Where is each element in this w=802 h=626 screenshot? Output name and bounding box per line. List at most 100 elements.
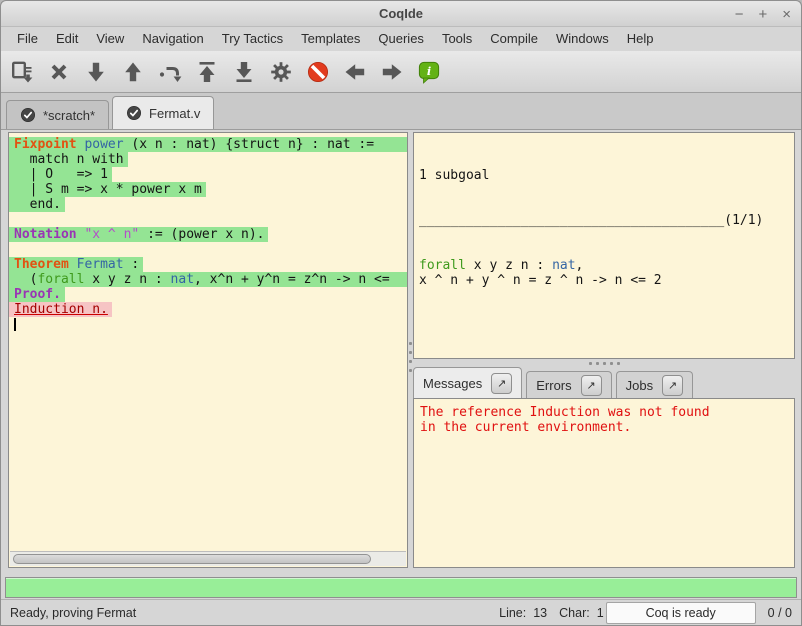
svg-text:i: i	[427, 64, 431, 78]
go-to-cursor-button[interactable]	[158, 60, 182, 84]
detach-jobs-button[interactable]: ↗	[662, 375, 683, 396]
menu-item-templates[interactable]: Templates	[292, 27, 369, 51]
menu-item-file[interactable]: File	[8, 27, 47, 51]
arrow-down-to-bar-icon	[232, 60, 256, 84]
backward-one-command-button[interactable]	[121, 60, 145, 84]
code-line: | S m => x * power x m	[9, 182, 407, 197]
arrow-down-icon	[84, 60, 108, 84]
goal-separator: _______________________________________(…	[419, 213, 794, 228]
code-line: Fixpoint power (x n : nat) {struct n} : …	[9, 137, 407, 152]
go-to-start-button[interactable]	[195, 60, 219, 84]
window-controls: − + ×	[735, 1, 791, 27]
menu-item-edit[interactable]: Edit	[47, 27, 87, 51]
maximize-icon[interactable]: +	[758, 7, 767, 22]
menu-item-view[interactable]: View	[87, 27, 133, 51]
tab-scratch[interactable]: *scratch*	[6, 100, 109, 129]
minimize-icon[interactable]: −	[735, 7, 744, 22]
detach-arrow-icon: ↗	[668, 379, 677, 392]
code-line: Proof.	[9, 287, 407, 302]
gear-icon	[269, 60, 293, 84]
goal-pane[interactable]: 1 subgoal ______________________________…	[413, 132, 795, 359]
tab-label: Fermat.v	[149, 106, 200, 121]
tab-fermat-v[interactable]: Fermat.v	[112, 96, 214, 129]
code-line: match n with	[9, 152, 407, 167]
menu-item-try-tactics[interactable]: Try Tactics	[213, 27, 292, 51]
script-editor-pane[interactable]: Fixpoint power (x n : nat) {struct n} : …	[8, 132, 408, 568]
code-line: | O => 1	[9, 167, 407, 182]
detach-messages-button[interactable]: ↗	[491, 373, 512, 394]
detach-errors-button[interactable]: ↗	[581, 375, 602, 396]
info-bubble-icon: i	[417, 60, 441, 84]
window-arrow-icon	[10, 60, 34, 84]
tab-messages[interactable]: Messages ↗	[413, 367, 522, 398]
close-view-button[interactable]	[47, 60, 71, 84]
forward-one-command-button[interactable]	[84, 60, 108, 84]
code-line	[9, 212, 407, 227]
horizontal-splitter-handle[interactable]	[413, 359, 795, 367]
check-circle-icon	[126, 105, 142, 121]
previous-occurrence-button[interactable]	[343, 60, 367, 84]
menu-item-queries[interactable]: Queries	[369, 27, 433, 51]
tab-label: Jobs	[626, 378, 653, 393]
line-value: 13	[533, 606, 547, 620]
code-line: Induction n.	[9, 302, 407, 317]
interrupt-computations-button[interactable]	[306, 60, 330, 84]
horizontal-scrollbar[interactable]	[10, 551, 406, 566]
status-message: Ready, proving Fermat	[10, 606, 499, 620]
code-line: end.	[9, 197, 407, 212]
close-window-icon[interactable]: ×	[782, 7, 791, 22]
subgoal-count: 1 subgoal	[419, 168, 794, 183]
goal-index: (1/1)	[724, 213, 763, 228]
coq-status-indicator: Coq is ready	[606, 602, 756, 624]
titlebar[interactable]: CoqIde − + ×	[1, 1, 801, 27]
menu-item-navigation[interactable]: Navigation	[133, 27, 212, 51]
progress-bar	[5, 577, 797, 598]
code-line	[9, 242, 407, 257]
tab-errors[interactable]: Errors ↗	[526, 371, 611, 398]
menu-item-windows[interactable]: Windows	[547, 27, 618, 51]
goal-line: x ^ n + y ^ n = z ^ n -> n <= 2	[419, 273, 794, 288]
arrow-up-to-bar-icon	[195, 60, 219, 84]
line-label: Line:	[499, 606, 526, 620]
goal-line: forall x y z n : nat,	[419, 258, 794, 273]
arrow-left-icon	[343, 60, 367, 84]
detach-view-button[interactable]	[10, 60, 34, 84]
menubar: FileEditViewNavigationTry TacticsTemplat…	[1, 27, 801, 51]
text-cursor	[14, 318, 16, 331]
code-line: Theorem Fermat :	[9, 257, 407, 272]
error-message-line: in the current environment.	[414, 420, 794, 435]
fully-check-document-button[interactable]	[269, 60, 293, 84]
tab-jobs[interactable]: Jobs ↗	[616, 371, 693, 398]
tab-label: Messages	[423, 376, 482, 391]
messages-pane[interactable]: The reference Induction was not found in…	[413, 398, 795, 568]
menu-item-compile[interactable]: Compile	[481, 27, 547, 51]
coqide-window: CoqIde − + × FileEditViewNavigationTry T…	[0, 0, 802, 626]
code-line: Notation "x ^ n" := (power x n).	[9, 227, 407, 242]
status-bar: Ready, proving Fermat Line: 13 Char: 1 C…	[1, 599, 801, 625]
menu-item-tools[interactable]: Tools	[433, 27, 481, 51]
next-occurrence-button[interactable]	[380, 60, 404, 84]
go-to-cursor-icon	[158, 60, 182, 84]
tab-label: Errors	[536, 378, 571, 393]
menu-item-help[interactable]: Help	[618, 27, 663, 51]
window-title: CoqIde	[379, 6, 423, 21]
script-code-area[interactable]: Fixpoint power (x n : nat) {struct n} : …	[9, 133, 407, 551]
document-tab-bar: *scratch* Fermat.v	[1, 93, 801, 130]
close-icon	[47, 60, 71, 84]
char-label: Char:	[559, 606, 590, 620]
goal-counter: 0 / 0	[768, 606, 792, 620]
arrow-up-icon	[121, 60, 145, 84]
toolbar: i	[1, 51, 801, 93]
message-tab-bar: Messages ↗ Errors ↗ Jobs ↗	[413, 367, 798, 398]
code-line	[9, 317, 407, 332]
char-value: 1	[597, 606, 604, 620]
check-circle-icon	[20, 107, 36, 123]
tab-label: *scratch*	[43, 108, 95, 123]
detach-arrow-icon: ↗	[587, 379, 596, 392]
horizontal-scrollbar-thumb[interactable]	[13, 554, 371, 564]
arrow-right-icon	[380, 60, 404, 84]
detach-arrow-icon: ↗	[497, 377, 506, 390]
about-button[interactable]: i	[417, 60, 441, 84]
go-to-end-button[interactable]	[232, 60, 256, 84]
stop-icon	[306, 60, 330, 84]
